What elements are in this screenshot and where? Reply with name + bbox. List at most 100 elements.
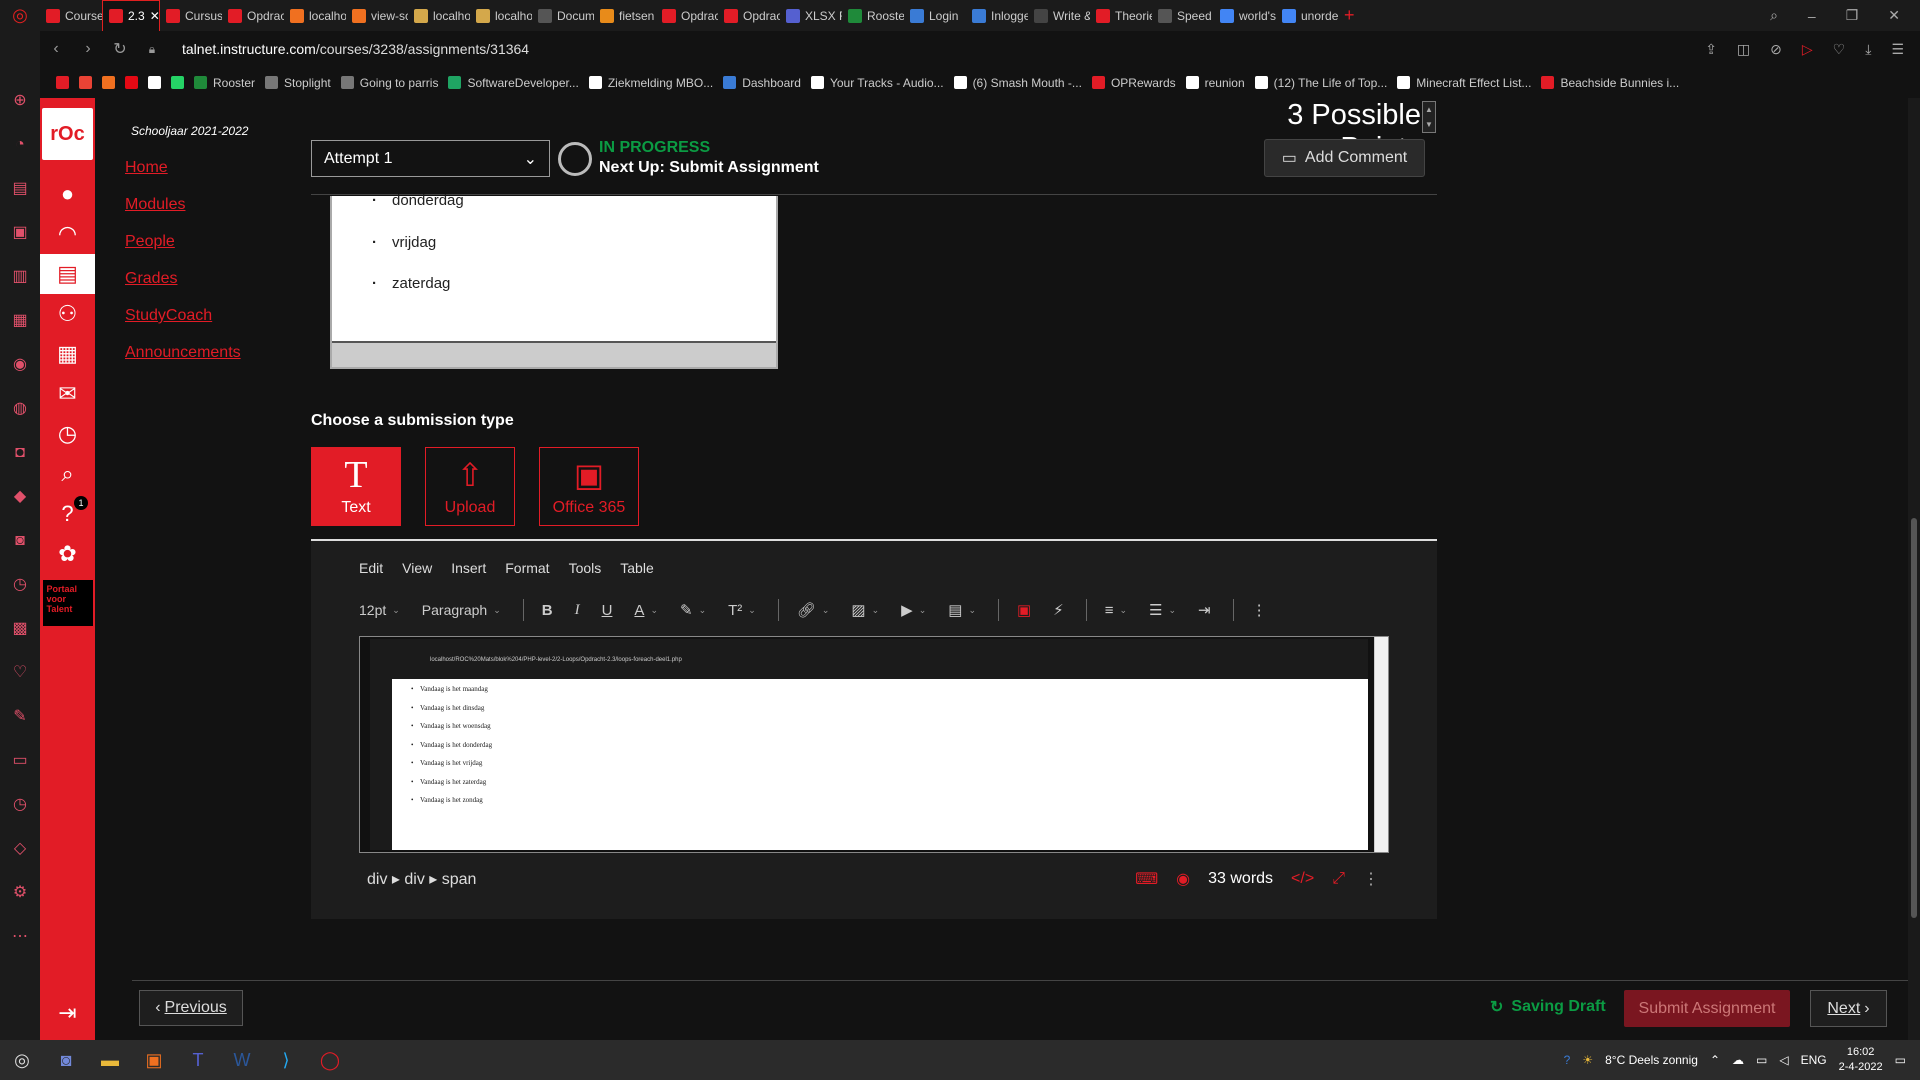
player-icon[interactable]: ▦ [12, 311, 27, 331]
nav-courses-icon[interactable]: ▤ [40, 254, 95, 294]
submission-type-text-button[interactable]: T Text [311, 447, 401, 526]
underline-icon[interactable]: U [602, 602, 613, 619]
back-button[interactable]: ‹ [40, 40, 72, 58]
browser-tab[interactable]: Rooster [842, 0, 904, 31]
scrollbar-thumb[interactable] [1911, 518, 1917, 918]
bookmark-item[interactable] [79, 76, 92, 89]
image-icon[interactable]: ▨ ⌄ [851, 601, 879, 619]
browser-tab[interactable]: Course [40, 0, 102, 31]
notifications-icon[interactable]: ▭ [1895, 1053, 1906, 1067]
element-path[interactable]: div ▸ div ▸ span [367, 869, 476, 889]
menu-format[interactable]: Format [505, 560, 549, 582]
word-count[interactable]: 33 words [1208, 870, 1273, 888]
search-tabs-icon[interactable]: ⌕ [1770, 7, 1778, 24]
close-tab-icon[interactable]: ✕ [150, 9, 159, 23]
points-spinner[interactable]: ▲ ▼ [1422, 101, 1436, 133]
bookmark-item[interactable] [171, 76, 184, 89]
browser-tab[interactable]: Opdrac [656, 0, 718, 31]
twitter-icon[interactable]: ◆ [14, 487, 26, 507]
url-field[interactable]: talnet.instructure.com/courses/3238/assi… [182, 41, 529, 57]
browser-tab[interactable]: Opdrac [222, 0, 284, 31]
text-color-icon[interactable]: A ⌄ [634, 602, 658, 619]
course-nav-announcements[interactable]: Announcements [125, 344, 308, 362]
course-nav-modules[interactable]: Modules [125, 196, 308, 214]
menu-edit[interactable]: Edit [359, 560, 383, 582]
editor-content-area[interactable]: localhost/ROC%20Mats/blok%204/PHP-level-… [359, 636, 1389, 853]
more-options-icon[interactable]: ⋮ [1252, 601, 1267, 619]
help-icon[interactable]: ? [1564, 1053, 1571, 1067]
browser-tab[interactable]: 2.3 ✕ [102, 0, 160, 31]
submission-type-upload-button[interactable]: ⇧ Upload [425, 447, 515, 526]
bookmark-item[interactable]: Rooster [194, 76, 255, 90]
file-explorer-icon[interactable]: ▬ [88, 1040, 132, 1080]
chat-icon[interactable]: ▭ [12, 751, 27, 771]
clock-icon[interactable]: ◷ [13, 795, 27, 815]
weather-text[interactable]: 8°C Deels zonnig [1605, 1053, 1698, 1067]
bookmark-item[interactable]: SoftwareDeveloper... [448, 76, 579, 90]
nav-calendar-icon[interactable]: ▦ [40, 334, 95, 374]
superscript-icon[interactable]: T² ⌄ [728, 602, 756, 619]
italic-icon[interactable]: I [575, 602, 580, 619]
link-icon[interactable]: 🔗︎ ⌄ [797, 601, 830, 619]
nav-account-icon[interactable]: ● [40, 174, 95, 214]
fullscreen-icon[interactable]: ⤢ [1332, 870, 1345, 888]
keyboard-icon[interactable]: ⌨ [1135, 869, 1158, 889]
opera-menu-button[interactable]: ◎ [0, 0, 40, 31]
favorites-icon[interactable]: ♡ [13, 663, 27, 683]
bookmark-item[interactable]: Beachside Bunnies i... [1541, 76, 1679, 90]
browser-tab[interactable]: XLSX Fi [780, 0, 842, 31]
forward-button[interactable]: › [72, 40, 104, 58]
pinboard-icon[interactable]: ▥ [12, 267, 27, 287]
word-icon[interactable]: W [220, 1040, 264, 1080]
vscode-icon[interactable]: ⟩ [264, 1040, 308, 1080]
easy-setup-icon[interactable]: ☰ [1891, 41, 1904, 58]
nav-inbox-icon[interactable]: ✉ [40, 374, 95, 414]
xampp-icon[interactable]: ▣ [132, 1040, 176, 1080]
whatsapp-icon[interactable]: ◍ [13, 399, 27, 419]
browser-tab[interactable]: view-sc [346, 0, 408, 31]
more-icon[interactable]: ⋯ [12, 927, 28, 947]
edit-icon[interactable]: ✎ [13, 707, 26, 727]
adblock-icon[interactable]: ⊘ [1770, 41, 1782, 58]
submission-type-office365-button[interactable]: ▣ Office 365 [539, 447, 639, 526]
bold-icon[interactable]: B [542, 602, 553, 619]
bookmark-item[interactable]: Ziekmelding MBO... [588, 76, 713, 90]
opera-taskbar-icon[interactable]: ◯ [308, 1040, 352, 1080]
align-icon[interactable]: ≡ ⌄ [1105, 602, 1127, 619]
volume-icon[interactable]: ◁ [1779, 1053, 1788, 1067]
share-icon[interactable]: ⇪ [1705, 41, 1717, 58]
restore-button[interactable]: ❐ [1846, 7, 1859, 24]
nav-search-icon[interactable]: ⌕ [40, 454, 95, 494]
network-icon[interactable]: ▭ [1756, 1053, 1767, 1067]
reload-button[interactable]: ↻ [104, 39, 136, 59]
course-nav-home[interactable]: Home [125, 159, 308, 177]
browser-tab[interactable]: Speed [1152, 0, 1214, 31]
preview-resize-handle[interactable] [332, 341, 776, 367]
font-size-select[interactable]: 12pt ⌄ [359, 602, 400, 618]
new-tab-button[interactable]: + [1338, 0, 1361, 31]
history-icon[interactable]: ◷ [13, 575, 27, 595]
submit-assignment-button[interactable]: Submit Assignment [1624, 990, 1790, 1027]
editor-scrollbar[interactable] [1374, 637, 1388, 852]
instagram-icon[interactable]: ◘ [15, 443, 25, 463]
browser-tab[interactable]: localho [284, 0, 346, 31]
clock[interactable]: 16:02 2-4-2022 [1839, 1045, 1883, 1075]
bookmark-item[interactable] [125, 76, 138, 89]
bookmark-item[interactable] [102, 76, 115, 89]
browser-tab[interactable]: Docum [532, 0, 594, 31]
collapse-nav-icon[interactable]: ⇥ [40, 1000, 95, 1026]
media-icon[interactable]: ▶ ⌄ [901, 601, 926, 619]
browser-tab[interactable]: localho [470, 0, 532, 31]
minimize-button[interactable]: – [1808, 8, 1816, 24]
nav-groups-icon[interactable]: ⚇ [40, 294, 95, 334]
accessibility-icon[interactable]: ◉ [1176, 869, 1190, 889]
browser-tab[interactable]: fietsen [594, 0, 656, 31]
portaal-voor-talent-link[interactable]: Portaal voor Talent [42, 580, 93, 626]
nav-help-icon[interactable]: ? 1 [40, 494, 95, 534]
previous-button[interactable]: ‹ Previous [139, 990, 243, 1026]
browser-tab[interactable]: Inlogge [966, 0, 1028, 31]
bookmark-item[interactable] [148, 76, 161, 89]
document-icon[interactable]: ▤ ⌄ [948, 601, 976, 619]
camera-icon[interactable]: ◫ [1737, 41, 1750, 58]
indent-icon[interactable]: ⇥ [1198, 601, 1211, 619]
